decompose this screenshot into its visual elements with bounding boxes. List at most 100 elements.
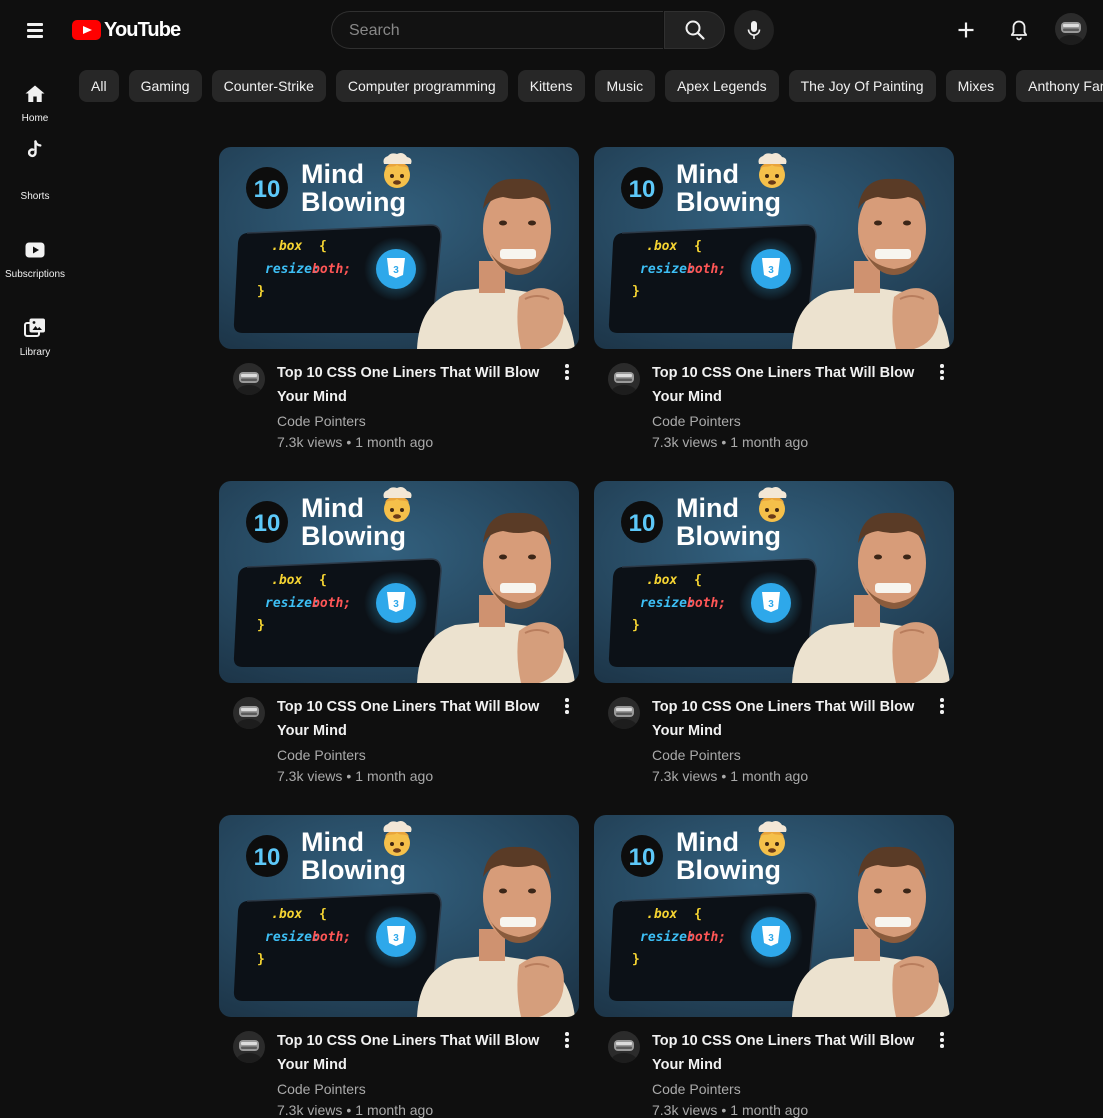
video-title[interactable]: Top 10 CSS One Liners That Will Blow You… — [652, 695, 928, 743]
channel-name[interactable]: Code Pointers — [652, 413, 741, 429]
channel-avatar[interactable] — [608, 697, 640, 729]
channel-name[interactable]: Code Pointers — [277, 1081, 366, 1097]
thumb-badge-text: 3 — [393, 599, 399, 610]
channel-name[interactable]: Code Pointers — [277, 747, 366, 763]
thumb-line2: Blowing — [301, 187, 406, 217]
chip-joy-of-painting[interactable]: The Joy Of Painting — [788, 70, 936, 102]
search-button[interactable] — [664, 11, 725, 49]
more-options-icon[interactable] — [557, 697, 577, 717]
video-metadata: 7.3k views • 1 month ago — [652, 1102, 808, 1118]
separator-dot: • — [721, 768, 727, 784]
more-options-icon[interactable] — [557, 363, 577, 383]
search-input[interactable] — [347, 12, 651, 50]
more-options-icon[interactable] — [932, 1031, 952, 1051]
channel-name[interactable]: Code Pointers — [652, 747, 741, 763]
thumb-badge-text: 3 — [768, 599, 774, 610]
separator-dot: • — [346, 768, 352, 784]
thumb-code-open: { — [694, 239, 702, 254]
thumb-code-selector: .box — [646, 907, 677, 922]
upload-age: 1 month ago — [730, 1102, 809, 1118]
view-count: 7.3k views — [652, 434, 718, 450]
chip-anthony-fantano[interactable]: Anthony Fantano — [1016, 70, 1103, 102]
vr-headset-avatar-icon — [233, 1031, 265, 1063]
sidebar-item-label: Shorts — [20, 191, 50, 202]
youtube-logo[interactable]: YouTube — [72, 19, 181, 41]
channel-avatar[interactable] — [233, 363, 265, 395]
thumb-line1: Mind — [301, 159, 364, 189]
sidebar-item-subscriptions[interactable]: Subscriptions — [0, 216, 70, 290]
thumbnail-image: 10 Mind Blowing .box { resize: both;} 3 — [594, 815, 954, 1017]
upload-age: 1 month ago — [355, 768, 434, 784]
video-metadata: 7.3k views • 1 month ago — [277, 434, 433, 450]
upload-age: 1 month ago — [730, 434, 809, 450]
create-button[interactable] — [954, 18, 978, 42]
more-options-icon[interactable] — [932, 697, 952, 717]
chip-gaming[interactable]: Gaming — [128, 70, 202, 102]
channel-name[interactable]: Code Pointers — [652, 1081, 741, 1097]
thumb-code-selector: .box — [271, 239, 302, 254]
more-options-icon[interactable] — [557, 1031, 577, 1051]
channel-avatar[interactable] — [233, 697, 265, 729]
video-thumbnail[interactable]: 10 Mind Blowing .box { resize: both;} 3 — [219, 481, 579, 683]
video-title[interactable]: Top 10 CSS One Liners That Will Blow You… — [652, 1029, 928, 1077]
thumb-code-selector: .box — [271, 907, 302, 922]
thumb-badge-text: 3 — [393, 933, 399, 944]
chip-kittens[interactable]: Kittens — [517, 70, 585, 102]
channel-avatar[interactable] — [233, 1031, 265, 1063]
separator-dot: • — [721, 434, 727, 450]
view-count: 7.3k views — [277, 434, 343, 450]
video-title[interactable]: Top 10 CSS One Liners That Will Blow You… — [652, 361, 928, 409]
chip-music[interactable]: Music — [594, 70, 656, 102]
thumbnail-image: 10 Mind Blowing .box { resize: both;} 3 — [219, 147, 579, 349]
vr-headset-avatar-icon — [1055, 13, 1087, 45]
video-title[interactable]: Top 10 CSS One Liners That Will Blow You… — [277, 695, 553, 743]
bell-icon — [1010, 20, 1028, 41]
sidebar-item-shorts[interactable]: Shorts — [0, 138, 70, 212]
thumb-line2: Blowing — [301, 855, 406, 885]
thumb-number: 10 — [629, 844, 656, 871]
video-title[interactable]: Top 10 CSS One Liners That Will Blow You… — [277, 1029, 553, 1077]
channel-avatar[interactable] — [608, 1031, 640, 1063]
exploding-head-emoji-icon — [758, 821, 787, 856]
library-icon — [24, 318, 45, 337]
video-thumbnail[interactable]: 10 Mind Blowing .box { resize: both;} 3 — [219, 815, 579, 1017]
view-count: 7.3k views — [277, 1102, 343, 1118]
exploding-head-emoji-icon — [758, 153, 787, 188]
chip-mixes[interactable]: Mixes — [945, 70, 1007, 102]
thumb-code-value: both; — [687, 262, 726, 277]
video-thumbnail[interactable]: 10 Mind Blowing .box { resize: both;} 3 — [594, 815, 954, 1017]
channel-name[interactable]: Code Pointers — [277, 413, 366, 429]
view-count: 7.3k views — [277, 768, 343, 784]
thumb-code-value: both; — [687, 930, 726, 945]
sidebar-item-library[interactable]: Library — [0, 294, 70, 368]
thumb-line1: Mind — [676, 159, 739, 189]
exploding-head-emoji-icon — [383, 153, 412, 188]
thumb-line1: Mind — [301, 493, 364, 523]
video-thumbnail[interactable]: 10 Mind Blowing .box { resize: both;} 3 — [594, 481, 954, 683]
voice-search-button[interactable] — [734, 10, 774, 50]
thumbnail-image: 10 Mind Blowing .box { resize: both;} 3 — [594, 481, 954, 683]
chip-counter-strike[interactable]: Counter-Strike — [211, 70, 326, 102]
menu-icon[interactable] — [24, 18, 48, 42]
upload-age: 1 month ago — [355, 1102, 434, 1118]
sidebar-item-home[interactable]: Home — [0, 60, 70, 134]
vr-headset-avatar-icon — [233, 363, 265, 395]
chip-computer-programming[interactable]: Computer programming — [335, 70, 508, 102]
account-avatar[interactable] — [1055, 13, 1087, 45]
thumb-line2: Blowing — [676, 187, 781, 217]
chip-apex-legends[interactable]: Apex Legends — [665, 70, 779, 102]
more-options-icon[interactable] — [932, 363, 952, 383]
view-count: 7.3k views — [652, 768, 718, 784]
notifications-button[interactable] — [1007, 18, 1031, 42]
channel-avatar[interactable] — [608, 363, 640, 395]
video-title[interactable]: Top 10 CSS One Liners That Will Blow You… — [277, 361, 553, 409]
exploding-head-emoji-icon — [758, 487, 787, 522]
thumb-number: 10 — [254, 176, 281, 203]
video-thumbnail[interactable]: 10 Mind Blowing .box { resize: both;} 3 — [594, 147, 954, 349]
thumb-code-close: } — [632, 284, 640, 299]
thumb-line1: Mind — [301, 827, 364, 857]
separator-dot: • — [346, 434, 352, 450]
video-thumbnail[interactable]: 10 Mind Blowing .box { resize: both;} 3 — [219, 147, 579, 349]
chip-all[interactable]: All — [79, 70, 119, 102]
thumbnail-image: 10 Mind Blowing .box { resize: both;} 3 — [219, 481, 579, 683]
